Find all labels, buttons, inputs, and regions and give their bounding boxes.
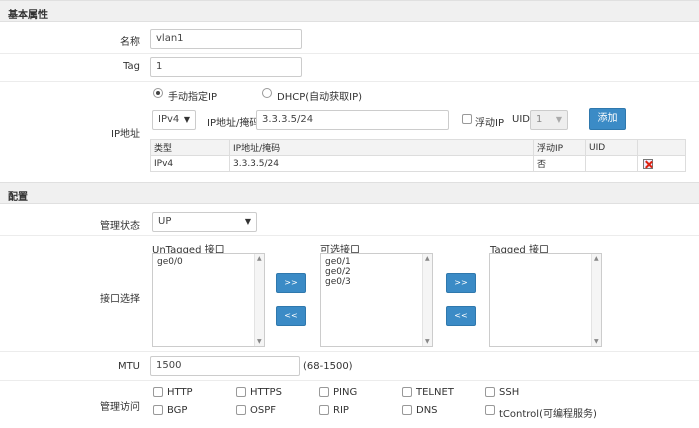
- ospf-label: OSPF: [250, 405, 277, 416]
- scroll-down-icon[interactable]: ▼: [257, 338, 262, 345]
- tcontrol-checkbox[interactable]: [485, 405, 495, 415]
- https-label: HTTPS: [250, 387, 282, 398]
- mtu-label: MTU: [117, 361, 140, 372]
- dhcp-radio-label: DHCP(自动获取IP): [277, 92, 363, 103]
- scroll-up-icon[interactable]: ▲: [257, 255, 262, 262]
- col-floating: 浮动IP: [533, 139, 586, 156]
- ssh-checkbox[interactable]: [485, 387, 495, 397]
- col-action: [637, 139, 686, 156]
- scroll-up-icon[interactable]: ▲: [594, 255, 599, 262]
- mtu-range-hint: (68-1500): [303, 361, 353, 372]
- ip-mask-label: IP地址/掩码: [207, 118, 260, 129]
- table-row: IPv4 3.3.3.5/24 否: [150, 155, 686, 172]
- bgp-label: BGP: [167, 405, 188, 416]
- tag-input[interactable]: 1: [150, 57, 302, 77]
- uid-value: 1: [536, 114, 543, 125]
- uid-label: UID: [512, 114, 530, 125]
- add-ip-button[interactable]: 添加: [589, 108, 626, 130]
- dhcp-radio[interactable]: [262, 88, 272, 98]
- divider: [0, 81, 699, 82]
- tag-label: Tag: [123, 61, 140, 72]
- col-ip: IP地址/掩码: [229, 139, 534, 156]
- admin-state-label: 管理状态: [100, 221, 140, 232]
- floating-ip-checkbox[interactable]: [462, 114, 472, 124]
- tagged-listbox[interactable]: ▲ ▼: [489, 253, 602, 347]
- ssh-label: SSH: [499, 387, 520, 398]
- chevron-down-icon: ▼: [555, 115, 562, 124]
- move-to-available-from-tagged-button[interactable]: <<: [446, 306, 476, 326]
- http-checkbox[interactable]: [153, 387, 163, 397]
- ip-table-header: 类型 IP地址/掩码 浮动IP UID: [150, 139, 686, 156]
- list-item[interactable]: ge0/1: [325, 257, 428, 267]
- scroll-up-icon[interactable]: ▲: [425, 255, 430, 262]
- mtu-input[interactable]: 1500: [150, 356, 300, 376]
- telnet-checkbox[interactable]: [402, 387, 412, 397]
- ospf-checkbox[interactable]: [236, 405, 246, 415]
- manual-ip-radio[interactable]: [153, 88, 163, 98]
- cell-floating: 否: [533, 155, 586, 172]
- cell-action: [637, 155, 686, 172]
- divider: [0, 380, 699, 381]
- ip-version-value: IPv4: [158, 114, 180, 125]
- divider: [0, 53, 699, 54]
- bgp-checkbox[interactable]: [153, 405, 163, 415]
- iface-select-label: 接口选择: [100, 294, 140, 305]
- telnet-label: TELNET: [416, 387, 454, 398]
- scrollbar[interactable]: ▲ ▼: [422, 254, 432, 346]
- chevron-down-icon: ▼: [244, 217, 251, 226]
- ping-checkbox[interactable]: [319, 387, 329, 397]
- config-section-header: 配置: [0, 182, 699, 204]
- chevron-down-icon: ▼: [183, 115, 190, 124]
- scrollbar[interactable]: ▲ ▼: [254, 254, 264, 346]
- rip-checkbox[interactable]: [319, 405, 329, 415]
- divider: [0, 351, 699, 352]
- cell-uid: [585, 155, 638, 172]
- list-item[interactable]: ge0/0: [157, 257, 260, 267]
- scroll-down-icon[interactable]: ▼: [425, 338, 430, 345]
- admin-state-value: UP: [158, 216, 172, 227]
- name-input[interactable]: vlan1: [150, 29, 302, 49]
- name-label: 名称: [120, 37, 140, 48]
- ip-mask-input[interactable]: 3.3.3.5/24: [256, 110, 449, 130]
- cell-ip: 3.3.3.5/24: [229, 155, 534, 172]
- ip-version-select[interactable]: IPv4 ▼: [152, 110, 196, 130]
- divider: [0, 235, 699, 236]
- mgmt-access-label: 管理访问: [100, 402, 140, 413]
- available-listbox[interactable]: ge0/1 ge0/2 ge0/3 ▲ ▼: [320, 253, 433, 347]
- admin-state-select[interactable]: UP ▼: [152, 212, 257, 232]
- rip-label: RIP: [333, 405, 349, 416]
- delete-icon[interactable]: [643, 158, 653, 169]
- ip-address-label: IP地址: [111, 129, 140, 140]
- list-item[interactable]: ge0/2: [325, 267, 428, 277]
- untagged-listbox[interactable]: ge0/0 ▲ ▼: [152, 253, 265, 347]
- scrollbar[interactable]: ▲ ▼: [591, 254, 601, 346]
- move-to-tagged-button[interactable]: >>: [446, 273, 476, 293]
- dns-checkbox[interactable]: [402, 405, 412, 415]
- dns-label: DNS: [416, 405, 438, 416]
- tcontrol-label: tControl(可编程服务): [499, 409, 597, 420]
- http-label: HTTP: [167, 387, 193, 398]
- https-checkbox[interactable]: [236, 387, 246, 397]
- cell-type: IPv4: [150, 155, 230, 172]
- col-type: 类型: [150, 139, 230, 156]
- ping-label: PING: [333, 387, 358, 398]
- list-item[interactable]: ge0/3: [325, 277, 428, 287]
- col-uid: UID: [585, 139, 638, 156]
- ip-table: 类型 IP地址/掩码 浮动IP UID IPv4 3.3.3.5/24 否: [150, 139, 686, 172]
- scroll-down-icon[interactable]: ▼: [594, 338, 599, 345]
- floating-ip-label: 浮动IP: [475, 118, 504, 129]
- move-to-untagged-button[interactable]: <<: [276, 306, 306, 326]
- move-to-available-button[interactable]: >>: [276, 273, 306, 293]
- uid-select[interactable]: 1 ▼: [530, 110, 568, 130]
- manual-ip-radio-label: 手动指定IP: [168, 92, 217, 103]
- basic-section-header: 基本属性: [0, 0, 699, 22]
